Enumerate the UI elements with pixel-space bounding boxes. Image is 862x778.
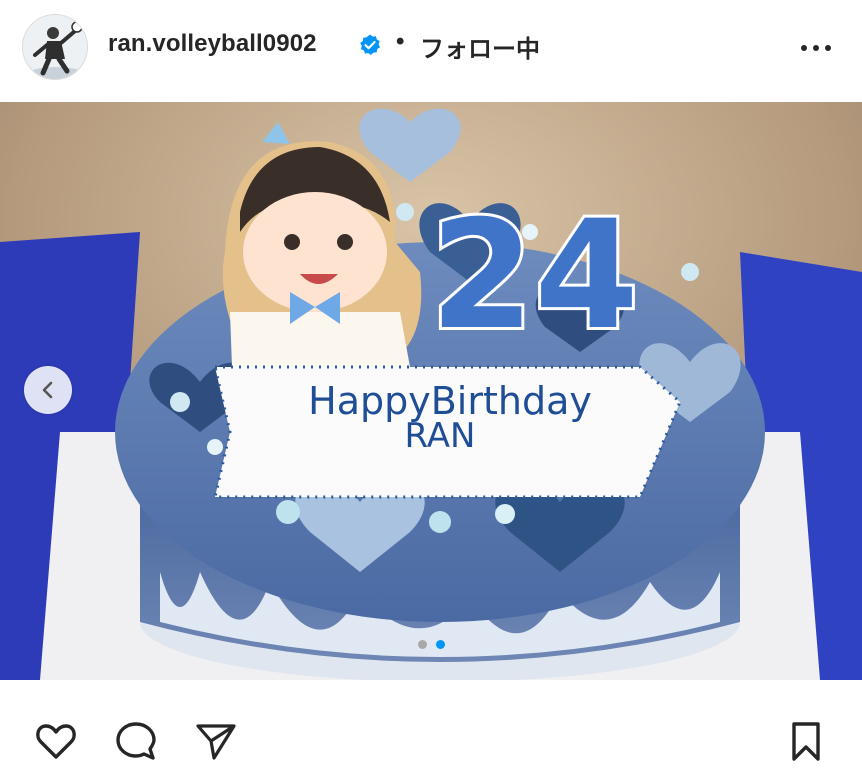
- bookmark-icon[interactable]: [782, 717, 830, 765]
- username-link[interactable]: ran.volleyball0902: [108, 30, 317, 58]
- carousel-dot-2-active: [436, 640, 445, 649]
- cake-number: 24: [430, 189, 639, 363]
- cake-photo: 24 HappyBirthday RAN: [0, 102, 862, 680]
- chevron-left-icon: [42, 381, 53, 399]
- more-options-icon[interactable]: [796, 28, 836, 68]
- post-image[interactable]: 24 HappyBirthday RAN: [0, 102, 862, 680]
- carousel-indicator: [414, 640, 454, 650]
- cake-message-line2: RAN: [405, 416, 476, 456]
- carousel-prev-button[interactable]: [24, 366, 72, 414]
- paper-plane-icon[interactable]: [192, 717, 240, 765]
- avatar[interactable]: [22, 14, 88, 80]
- avatar-image: [23, 15, 87, 79]
- verified-badge-icon: [360, 34, 380, 55]
- post-header: ran.volleyball0902 • フォロー中: [0, 0, 862, 98]
- heart-icon[interactable]: [32, 717, 80, 765]
- carousel-dot-1: [418, 640, 427, 649]
- separator-dot: •: [396, 28, 405, 55]
- comment-bubble-icon[interactable]: [112, 717, 160, 765]
- post-actions: [0, 700, 862, 778]
- following-button[interactable]: フォロー中: [420, 29, 540, 64]
